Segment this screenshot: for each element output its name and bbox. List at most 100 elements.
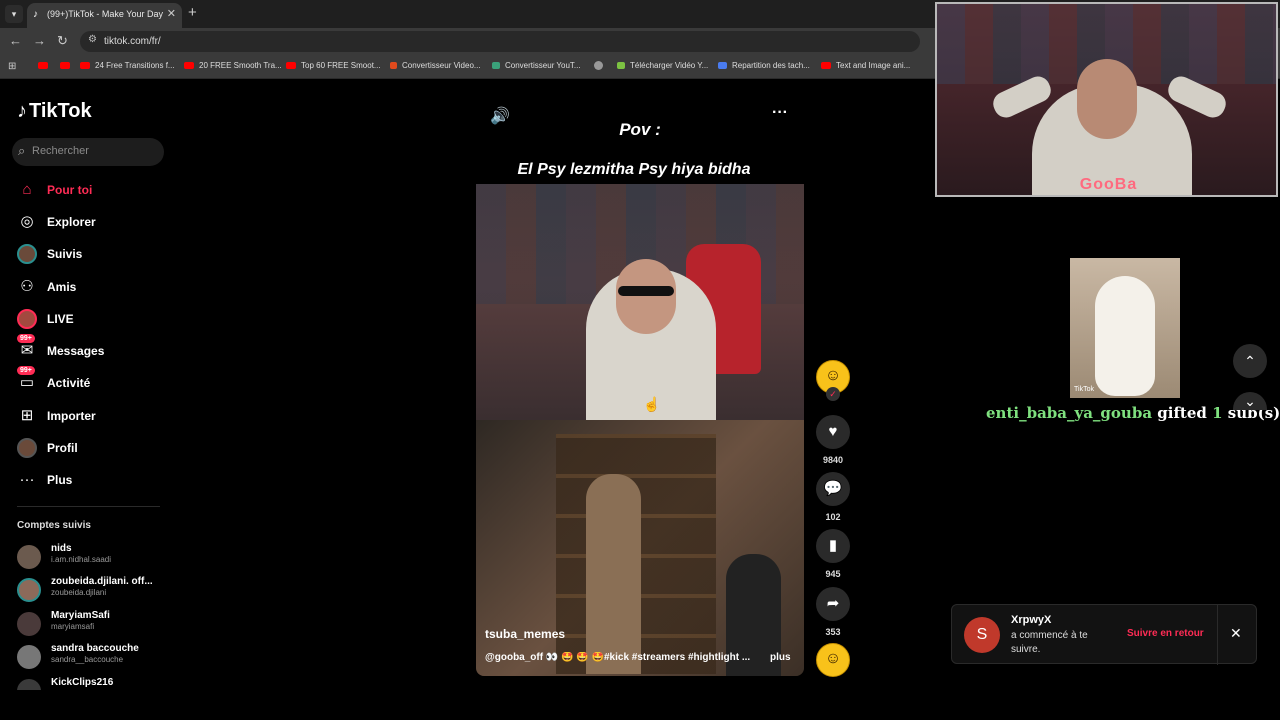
account-handle: zoubeida.djilani xyxy=(51,588,107,597)
comment-action[interactable]: 💬 102 xyxy=(816,472,850,522)
notification-user[interactable]: XrpwyX xyxy=(1011,614,1051,626)
site-info-icon[interactable]: ⚙ xyxy=(88,34,97,45)
nav-item-profil[interactable]: Profil xyxy=(17,435,177,461)
following-account[interactable]: sandra baccouche sandra__baccouche xyxy=(17,642,177,672)
heart-icon[interactable]: ♥ xyxy=(816,415,850,449)
nav-label: LIVE xyxy=(47,312,74,326)
notification-badge: 99+ xyxy=(17,366,35,375)
avatar xyxy=(17,679,41,690)
nav-item-importer[interactable]: ⊞ Importer xyxy=(17,403,177,429)
bookmark-item[interactable]: Télécharger Vidéo Y... xyxy=(617,61,708,70)
browser-tab-active[interactable]: ♪ (99+)TikTok - Make Your Day ✕ xyxy=(27,3,182,28)
nav-label: Explorer xyxy=(47,215,96,229)
account-handle: i.am.nidhal.saadi xyxy=(51,555,112,564)
bookmark-item[interactable]: Convertisseur YouT... xyxy=(492,61,581,70)
gift-user: enti_baba_ya_gouba xyxy=(986,404,1153,422)
back-icon[interactable]: ← xyxy=(9,33,22,48)
following-account[interactable]: zoubeida.djilani. off... zoubeida.djilan… xyxy=(17,575,177,605)
download-icon xyxy=(617,62,625,69)
converter-icon xyxy=(492,62,500,69)
forward-icon[interactable]: → xyxy=(33,33,46,48)
following-account[interactable]: MaryiamSafi maryiamsafi xyxy=(17,609,177,639)
gift-animation: TikTok xyxy=(1070,258,1180,398)
webcam-overlay: GooBa xyxy=(935,2,1278,197)
nav-item-messages[interactable]: ✉ 99+ Messages xyxy=(17,334,177,364)
video-caption-line2: El Psy lezmitha Psy hiya bidha xyxy=(517,161,751,178)
doc-icon xyxy=(718,62,727,69)
following-account[interactable]: nids i.am.nidhal.saadi xyxy=(17,542,177,572)
compass-icon: ◎ xyxy=(20,213,34,230)
z-icon xyxy=(390,62,397,69)
home-icon: ⌂ xyxy=(22,181,32,198)
close-icon[interactable]: ✕ xyxy=(1230,625,1242,642)
search-input[interactable]: ⌕ Rechercher xyxy=(12,138,164,166)
account-handle: sandra__baccouche xyxy=(51,655,124,664)
comment-icon[interactable]: 💬 xyxy=(816,472,850,506)
video-woman xyxy=(586,474,641,674)
account-name: MaryiamSafi xyxy=(51,610,110,621)
live-icon xyxy=(17,309,37,329)
tab-search-dropdown[interactable]: ▾ xyxy=(5,5,23,23)
music-disc-avatar[interactable]: ☺ xyxy=(816,643,850,677)
share-action[interactable]: ➦ 353 xyxy=(816,587,850,637)
gift-count: 1 xyxy=(1212,404,1223,422)
url-text: tiktok.com/fr/ xyxy=(104,36,161,47)
nav-item-live[interactable]: LIVE xyxy=(17,306,177,332)
avatar[interactable]: S xyxy=(964,617,1000,653)
video-player[interactable] xyxy=(476,184,804,676)
bookmark-item[interactable] xyxy=(38,61,53,70)
avatar xyxy=(17,545,41,569)
follow-check-icon[interactable]: ✓ xyxy=(826,387,840,401)
bookmark-item[interactable]: 24 Free Transitions f... xyxy=(80,61,175,70)
following-account[interactable]: KickClips216 xyxy=(17,676,177,690)
bookmark-item[interactable] xyxy=(60,61,75,70)
bookmark-item[interactable]: Convertisseur Video... xyxy=(390,61,481,70)
youtube-icon xyxy=(821,62,831,69)
nav-item-pour-toi[interactable]: ⌂ Pour toi xyxy=(17,177,177,203)
video-author[interactable]: tsuba_memes xyxy=(485,627,565,641)
bookmark-item[interactable] xyxy=(594,61,608,71)
video-caption-line1: Pov : xyxy=(619,120,661,139)
like-action[interactable]: ♥ 9840 xyxy=(816,415,850,465)
bookmark-icon[interactable]: ▮ xyxy=(816,529,850,563)
more-icon: ··· xyxy=(19,471,35,488)
next-video-button[interactable]: ⌄ xyxy=(1233,392,1267,410)
nav-item-explorer[interactable]: ◎ Explorer xyxy=(17,209,177,235)
bookmark-item[interactable]: Text and Image ani... xyxy=(821,61,910,70)
avatar xyxy=(17,578,41,602)
mouse-cursor-icon: ☝ xyxy=(643,396,661,412)
bookmark-item[interactable]: 20 FREE Smooth Tra... xyxy=(184,61,282,70)
previous-video-button[interactable]: ⌃ xyxy=(1233,344,1267,378)
sidebar-divider xyxy=(17,506,160,507)
like-count: 9840 xyxy=(822,455,844,465)
search-placeholder: Rechercher xyxy=(32,145,89,157)
share-icon[interactable]: ➦ xyxy=(816,587,850,621)
nav-item-plus[interactable]: ··· Plus xyxy=(17,467,177,493)
save-action[interactable]: ▮ 945 xyxy=(816,529,850,579)
video-glasses xyxy=(618,286,674,296)
nav-item-amis[interactable]: ⚇ Amis xyxy=(17,274,177,300)
notification-badge: 99+ xyxy=(17,334,35,343)
youtube-icon xyxy=(38,62,48,69)
nav-item-suivis[interactable]: Suivis xyxy=(17,241,177,267)
bookmark-item[interactable]: Top 60 FREE Smoot... xyxy=(286,61,381,70)
tab-title: (99+)TikTok - Make Your Day xyxy=(47,9,163,19)
new-tab-button[interactable]: + xyxy=(188,4,197,21)
upload-icon: ⊞ xyxy=(20,407,34,424)
apps-grid-icon[interactable]: ⊞ xyxy=(8,61,16,72)
reload-icon[interactable]: ↻ xyxy=(57,33,68,49)
nav-label: Profil xyxy=(47,441,78,455)
account-name: sandra baccouche xyxy=(51,643,139,654)
tiktok-logo[interactable]: ♪ TikTok xyxy=(17,100,92,123)
account-handle: maryiamsafi xyxy=(51,622,95,631)
bookmark-item[interactable]: Repartition des tach... xyxy=(718,61,810,70)
description-more-link[interactable]: plus xyxy=(770,652,791,663)
address-bar[interactable]: ⚙ tiktok.com/fr/ xyxy=(80,31,920,52)
close-icon[interactable]: ✕ xyxy=(167,7,176,20)
follow-back-button[interactable]: Suivre en retour xyxy=(1127,628,1204,639)
nav-item-activite[interactable]: ▭ 99+ Activité xyxy=(17,366,177,396)
search-icon: ⌕ xyxy=(18,143,26,158)
bear-icon xyxy=(1095,276,1155,396)
stream-logo: GooBa xyxy=(1079,176,1138,193)
avatar xyxy=(17,612,41,636)
